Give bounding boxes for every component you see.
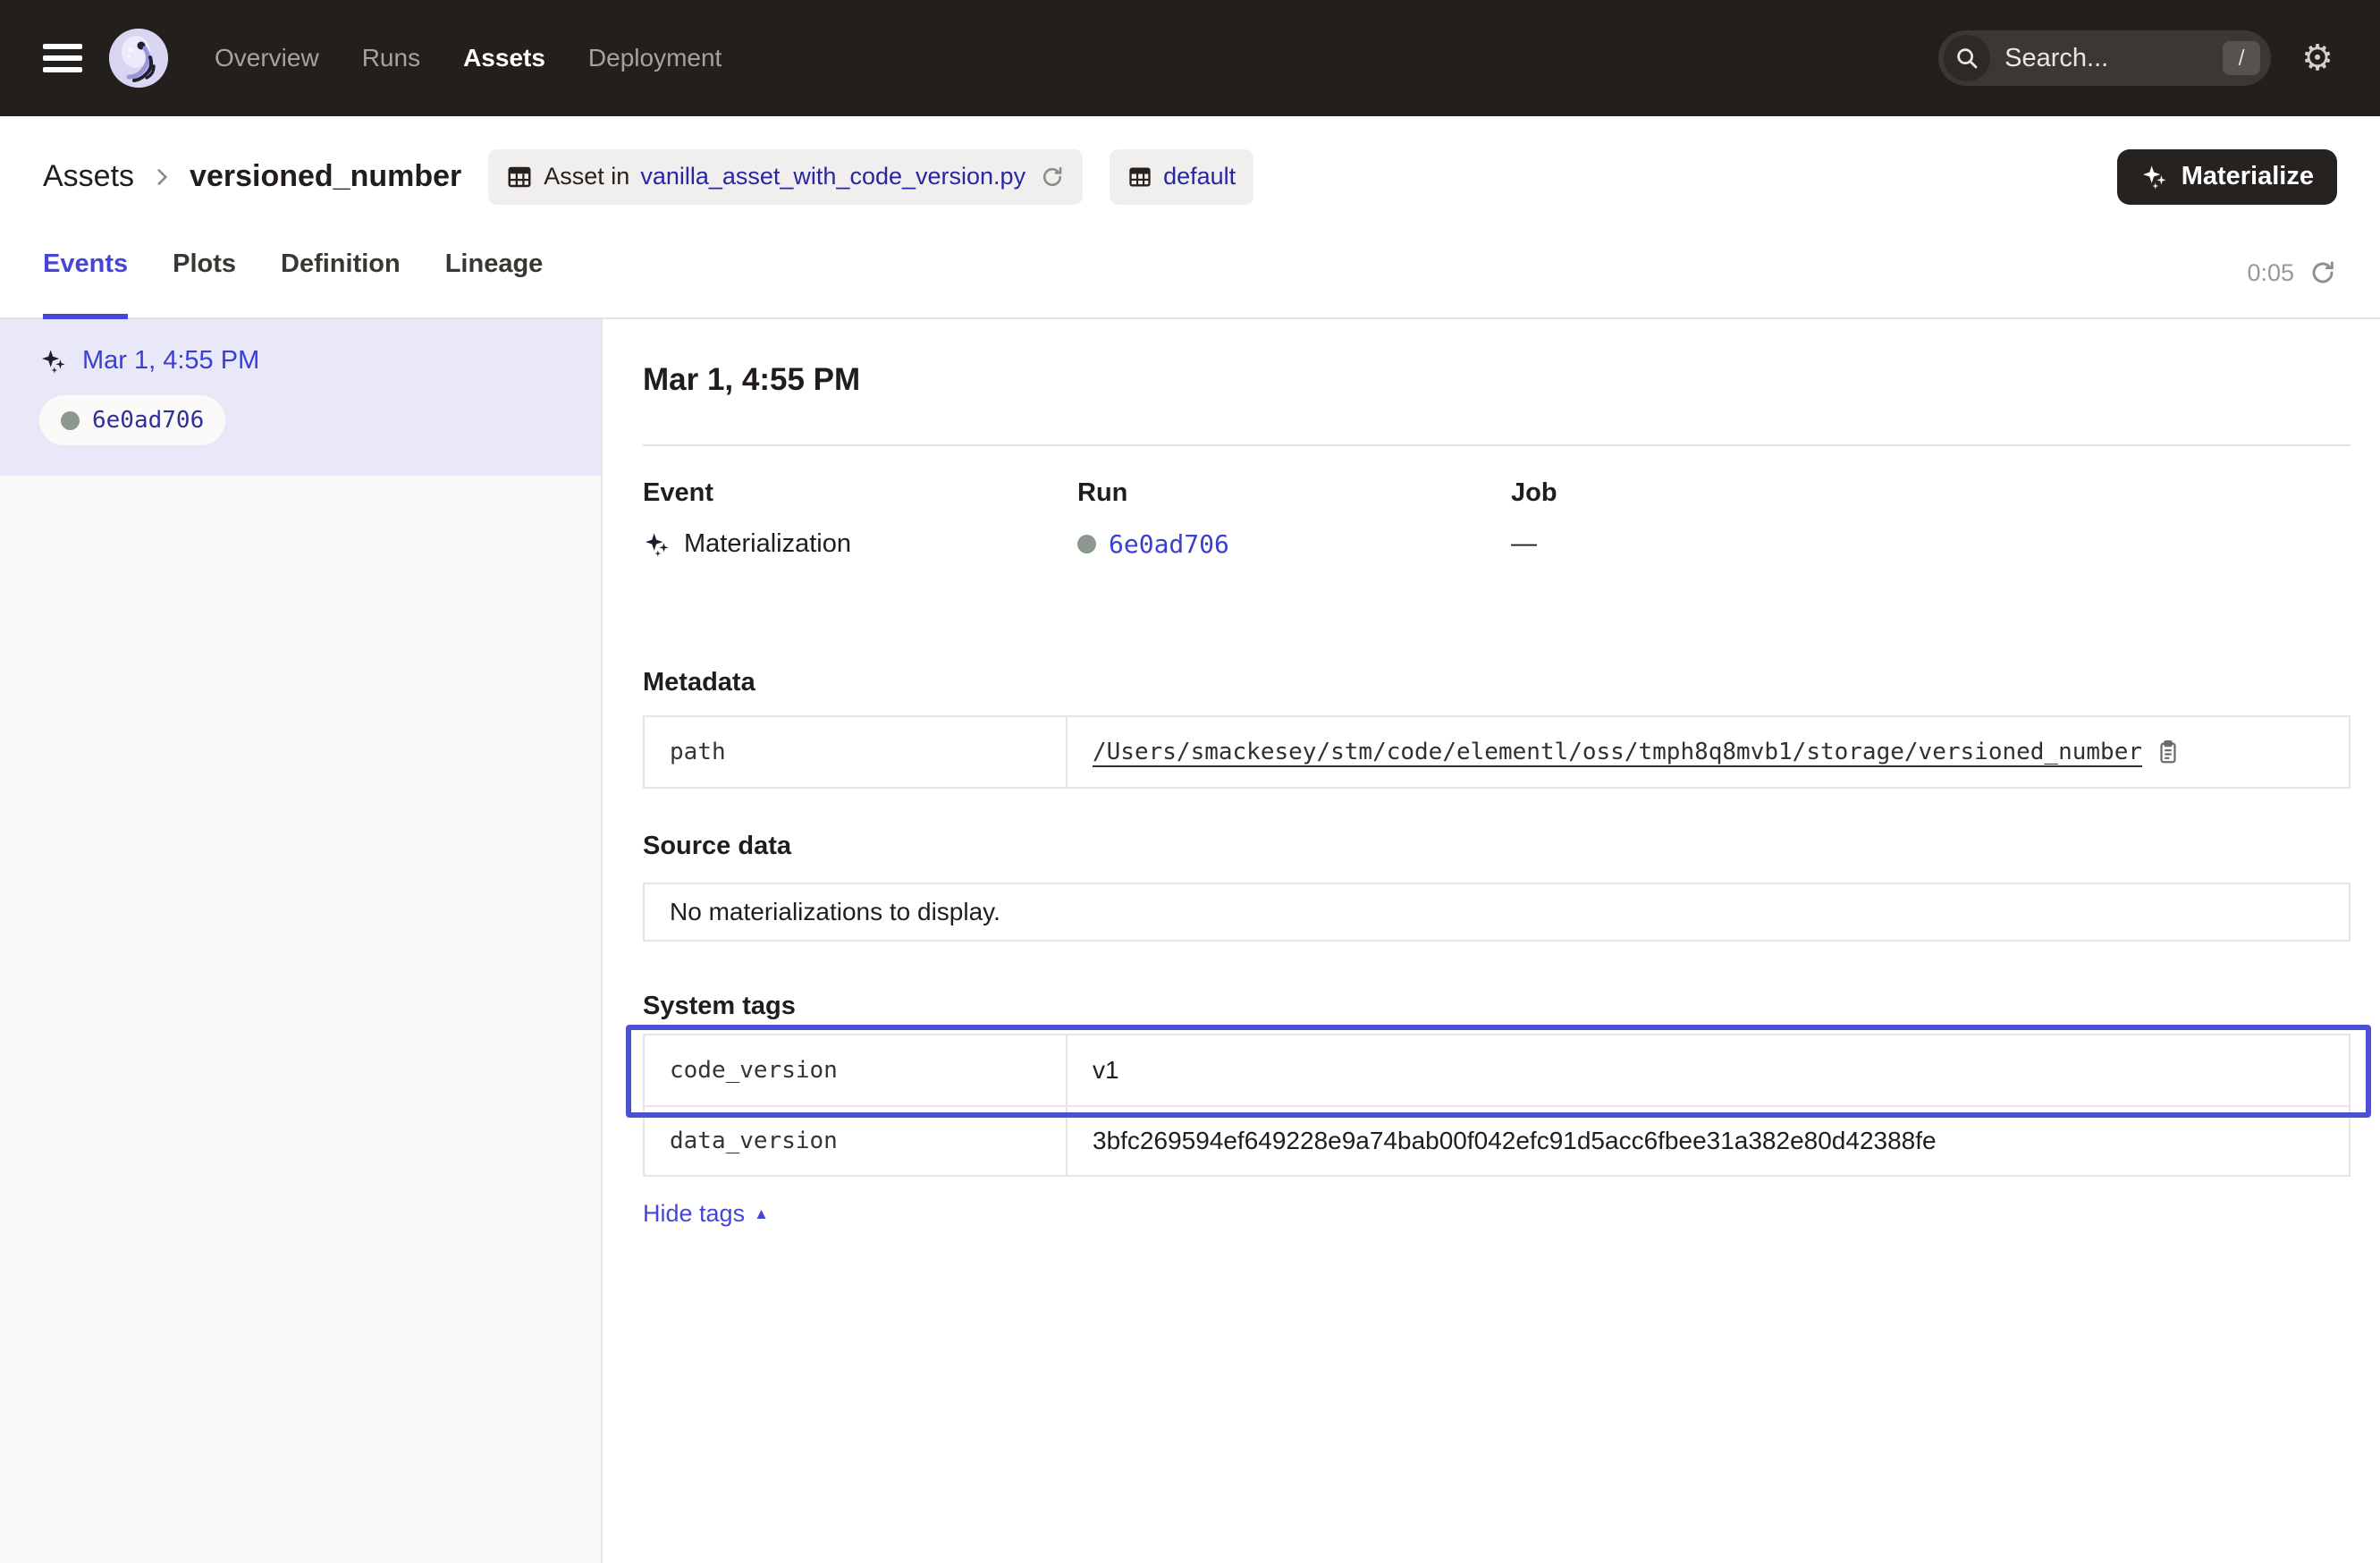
source-data-heading: Source data	[643, 832, 2350, 861]
run-label: Run	[1077, 478, 1511, 508]
event-type-value: Materialization	[684, 529, 851, 559]
search-placeholder: Search...	[2004, 44, 2108, 73]
table-grid-icon	[506, 164, 533, 190]
system-tags-heading: System tags	[643, 992, 2350, 1021]
table-row: path /Users/smackesey/stm/code/elementl/…	[645, 717, 2349, 787]
table-grid-icon	[1127, 165, 1152, 190]
event-column: Event Materialization	[643, 478, 1077, 559]
path-value-link[interactable]: /Users/smackesey/stm/code/elementl/oss/t…	[1093, 739, 2142, 765]
reload-definition-icon[interactable]	[1040, 165, 1065, 190]
materialize-label: Materialize	[2182, 162, 2314, 191]
run-id-link[interactable]: 6e0ad706	[1109, 529, 1229, 559]
breadcrumb: Assets versioned_number	[43, 159, 461, 194]
settings-gear-icon[interactable]: ⚙	[2301, 40, 2334, 76]
asset-header: Assets versioned_number Asset in vanilla…	[0, 116, 2380, 237]
search-shortcut-key: /	[2223, 41, 2260, 75]
run-status-dot	[1077, 535, 1096, 553]
system-tags-table: code_version v1 data_version 3bfc269594e…	[643, 1034, 2350, 1177]
job-label: Job	[1511, 478, 2350, 508]
source-data-empty-message: No materializations to display.	[643, 883, 2350, 942]
tag-value: 3bfc269594ef649228e9a74bab00f042efc91d5a…	[1093, 1127, 1937, 1155]
refresh-icon[interactable]	[2308, 258, 2337, 287]
asset-location-badge[interactable]: Asset in vanilla_asset_with_code_version…	[488, 149, 1083, 205]
materialize-button[interactable]: Materialize	[2117, 149, 2337, 205]
sparkle-icon	[39, 347, 68, 376]
event-detail-title: Mar 1, 4:55 PM	[643, 362, 2350, 398]
asset-name-title: versioned_number	[190, 159, 461, 194]
run-column: Run 6e0ad706	[1077, 478, 1511, 559]
tag-value: v1	[1093, 1056, 1119, 1085]
asset-location-prefix: Asset in	[544, 163, 629, 190]
hide-tags-label: Hide tags	[643, 1200, 745, 1228]
asset-tabs-bar: Events Plots Definition Lineage 0:05	[0, 237, 2380, 319]
tab-plots[interactable]: Plots	[173, 237, 236, 319]
job-column: Job —	[1511, 478, 2350, 559]
nav-item-runs[interactable]: Runs	[362, 44, 420, 72]
run-id-label: 6e0ad706	[92, 407, 204, 434]
dagster-logo[interactable]	[109, 29, 168, 88]
hide-tags-link[interactable]: Hide tags ▲	[643, 1200, 769, 1228]
clipboard-copy-icon[interactable]	[2155, 739, 2182, 765]
events-sidebar: Mar 1, 4:55 PM 6e0ad706	[0, 319, 603, 1563]
group-default-link[interactable]: default	[1163, 163, 1236, 190]
divider	[643, 444, 2350, 446]
tabs: Events Plots Definition Lineage	[43, 237, 543, 317]
run-status-dot	[61, 411, 80, 430]
tab-definition[interactable]: Definition	[281, 237, 401, 319]
metadata-key: path	[645, 717, 1068, 787]
tab-events[interactable]: Events	[43, 237, 128, 319]
table-row-code-version: code_version v1	[645, 1035, 2349, 1105]
metadata-table: path /Users/smackesey/stm/code/elementl/…	[643, 715, 2350, 789]
menu-hamburger-icon[interactable]	[43, 44, 82, 72]
event-label: Event	[643, 478, 1077, 508]
refresh-countdown: 0:05	[2247, 259, 2294, 287]
tag-key: code_version	[645, 1035, 1068, 1105]
sparkle-icon	[2140, 163, 2169, 191]
job-empty-value: —	[1511, 529, 1537, 559]
top-navigation-bar: Overview Runs Assets Deployment Search..…	[0, 0, 2380, 116]
tab-lineage[interactable]: Lineage	[445, 237, 544, 319]
global-search-input[interactable]: Search... /	[1938, 30, 2271, 86]
breadcrumb-assets-link[interactable]: Assets	[43, 159, 134, 194]
metadata-heading: Metadata	[643, 668, 2350, 697]
tag-key: data_version	[645, 1107, 1068, 1175]
caret-up-icon: ▲	[754, 1206, 769, 1221]
nav-item-overview[interactable]: Overview	[215, 44, 319, 72]
event-detail-panel: Mar 1, 4:55 PM Event Materialization	[603, 319, 2380, 1563]
event-list-item[interactable]: Mar 1, 4:55 PM 6e0ad706	[0, 319, 601, 476]
asset-definition-file-link[interactable]: vanilla_asset_with_code_version.py	[640, 163, 1025, 190]
nav-item-assets[interactable]: Assets	[463, 44, 545, 72]
sparkle-icon	[643, 530, 671, 559]
chevron-right-icon	[150, 165, 173, 189]
asset-group-badge[interactable]: default	[1110, 149, 1253, 205]
nav-item-deployment[interactable]: Deployment	[588, 44, 722, 72]
nav-links: Overview Runs Assets Deployment	[215, 44, 722, 72]
run-id-chip[interactable]: 6e0ad706	[39, 395, 225, 445]
search-icon	[1944, 35, 1990, 81]
event-timestamp-link[interactable]: Mar 1, 4:55 PM	[82, 346, 259, 376]
table-row-data-version: data_version 3bfc269594ef649228e9a74bab0…	[645, 1105, 2349, 1175]
